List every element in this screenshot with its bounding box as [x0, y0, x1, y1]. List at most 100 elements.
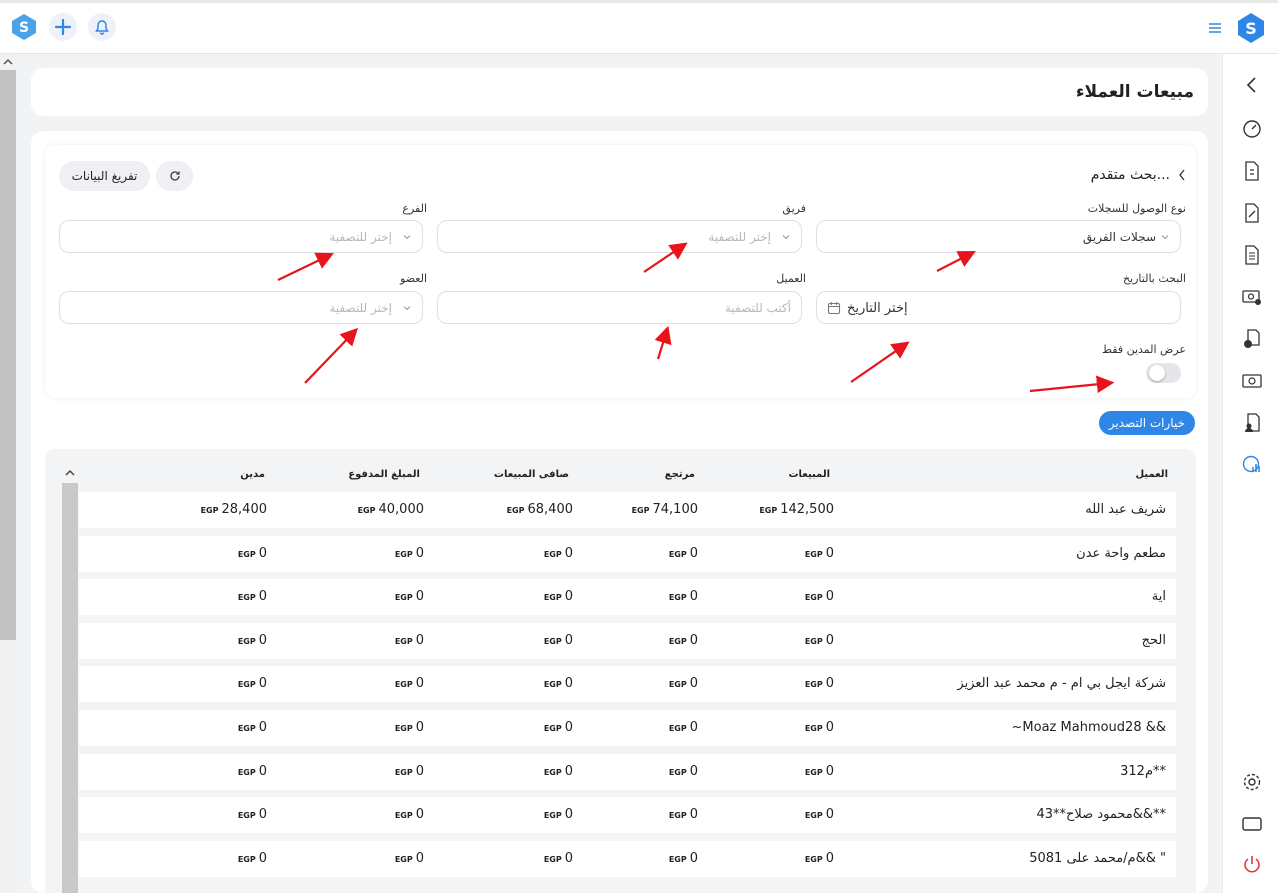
returns-cell: EGP 0: [669, 807, 698, 822]
export-options-button[interactable]: خيارات التصدير: [1098, 411, 1195, 435]
currency-label: EGP: [237, 767, 256, 777]
amount-value: 142,500: [780, 502, 834, 517]
power-logout-icon[interactable]: [1241, 853, 1263, 875]
report-document-icon[interactable]: [1241, 244, 1263, 266]
table-row[interactable]: م312** EGP 0 EGP 0 EGP 0 EGP 0 EGP 0: [79, 753, 1176, 790]
currency-label: EGP: [394, 811, 413, 821]
amount-value: 0: [258, 589, 267, 605]
member-select[interactable]: إختر للتصفية: [59, 291, 423, 324]
table-scroll-up-icon[interactable]: [65, 469, 75, 477]
col-returns-header[interactable]: مرتجع: [665, 469, 695, 480]
cash-add-icon[interactable]: [1241, 286, 1263, 308]
debtor-cell: EGP 0: [238, 764, 267, 779]
team-placeholder: إختر للتصفية: [708, 230, 771, 244]
currency-label: EGP: [506, 506, 525, 515]
branch-select[interactable]: إختر للتصفية: [59, 220, 423, 253]
returns-cell: EGP 0: [669, 851, 698, 866]
currency-label: EGP: [631, 506, 650, 515]
refresh-button[interactable]: [156, 161, 193, 191]
amount-value: 0: [825, 632, 834, 648]
customer-name-cell: م312**: [1120, 763, 1166, 779]
col-sales-header[interactable]: المبيعات: [789, 469, 831, 480]
branch-label: الفرع: [402, 202, 427, 215]
returns-cell: EGP 0: [669, 633, 698, 648]
page-scrollbar[interactable]: [0, 54, 16, 893]
money-icon[interactable]: [1241, 370, 1263, 392]
customer-document-icon[interactable]: [1241, 412, 1263, 434]
invoice-icon[interactable]: [1241, 160, 1263, 182]
col-debtor-header[interactable]: مدين: [240, 469, 265, 480]
col-net-sales-header[interactable]: صافى المبيعات: [494, 469, 569, 480]
col-customer-header[interactable]: العميل: [1135, 469, 1168, 480]
amount-value: 0: [564, 545, 573, 561]
table-row[interactable]: شريف عبد الله EGP 142,500 EGP 74,100 EGP 68,40…: [79, 492, 1176, 528]
bell-icon: [95, 20, 109, 35]
customer-filter-input[interactable]: أكتب للتصفية: [437, 291, 802, 324]
debtor-cell: EGP 0: [238, 676, 267, 691]
date-placeholder: إختر التاريخ: [847, 301, 908, 316]
amount-value: 0: [415, 676, 424, 692]
edit-document-icon[interactable]: [1241, 202, 1263, 224]
sales-table: العميل المبيعات مرتجع صافى المبيعات المب…: [45, 449, 1196, 893]
table-row[interactable]: الحج EGP 0 EGP 0 EGP 0 EGP 0 EGP 0: [79, 622, 1176, 659]
scroll-up-icon[interactable]: [3, 58, 13, 66]
advanced-search-toggle[interactable]: بحث متقدم...: [1091, 167, 1186, 183]
net-sales-cell: EGP 0: [544, 546, 573, 561]
currency-label: EGP: [543, 724, 562, 733]
table-scrollbar[interactable]: [62, 483, 78, 893]
customer-placeholder: أكتب للتصفية: [724, 301, 791, 315]
menu-icon[interactable]: [1208, 22, 1222, 37]
add-button[interactable]: [49, 13, 77, 41]
sales-cell: EGP 0: [805, 633, 834, 648]
currency-label: EGP: [237, 680, 256, 690]
amount-value: 0: [689, 720, 698, 735]
paid-cell: EGP 0: [395, 764, 424, 779]
amount-value: 0: [564, 720, 573, 735]
table-row[interactable]: مطعم واحة عدن EGP 0 EGP 0 EGP 0 EGP 0 EGP 0: [79, 535, 1176, 572]
dashboard-gauge-icon[interactable]: [1241, 118, 1263, 140]
amount-value: 0: [689, 545, 698, 561]
currency-label: EGP: [237, 811, 256, 821]
currency-label: EGP: [394, 854, 413, 864]
currency-label: EGP: [394, 724, 413, 733]
currency-label: EGP: [804, 854, 823, 864]
display-window-icon[interactable]: [1241, 813, 1263, 835]
table-row[interactable]: اية EGP 0 EGP 0 EGP 0 EGP 0 EGP 0: [79, 579, 1176, 616]
amount-value: 0: [825, 589, 834, 605]
table-row[interactable]: شركة ايجل بي ام - م محمد عبد العزيز EGP 0 E…: [79, 666, 1176, 703]
currency-label: EGP: [668, 680, 687, 690]
returns-cell: EGP 0: [669, 589, 698, 604]
customer-name-cell: محمود صلاح**43&&**: [1036, 807, 1166, 823]
paid-cell: EGP 0: [395, 633, 424, 648]
debtors-only-toggle[interactable]: [1146, 363, 1181, 383]
net-sales-cell: EGP 0: [544, 807, 573, 822]
team-select[interactable]: إختر للتصفية: [437, 220, 802, 253]
access-type-select[interactable]: سجلات الفريق: [816, 220, 1181, 253]
currency-label: EGP: [804, 811, 823, 821]
net-sales-cell: EGP 0: [544, 633, 573, 648]
customer-name-cell: ~Moaz Mahmoud28 &&: [1011, 720, 1166, 735]
sales-report-icon[interactable]: [1241, 454, 1263, 476]
returns-cell: EGP 0: [669, 546, 698, 561]
clear-data-button[interactable]: تفريغ البيانات: [59, 161, 150, 191]
app-logo-icon[interactable]: S: [10, 13, 38, 41]
customer-name-cell: م/محمد على 5081&& ": [1029, 850, 1166, 866]
table-row[interactable]: ~Moaz Mahmoud28 && EGP 0 EGP 0 EGP 0 EGP 0 EGP 0: [79, 710, 1176, 746]
sales-cell: EGP 0: [805, 720, 834, 735]
net-sales-cell: EGP 0: [544, 676, 573, 691]
currency-label: EGP: [668, 767, 687, 777]
settings-gear-icon[interactable]: [1241, 771, 1263, 793]
col-paid-header[interactable]: المبلغ المدفوع: [348, 469, 420, 480]
paid-cell: EGP 40,000: [358, 502, 424, 517]
new-invoice-icon[interactable]: [1241, 328, 1263, 350]
notifications-button[interactable]: [88, 13, 116, 41]
customer-name-cell: الحج: [1141, 632, 1166, 648]
svg-text:S: S: [19, 20, 29, 36]
brand-logo-icon[interactable]: S: [1236, 12, 1266, 47]
table-row[interactable]: م/محمد على 5081&& " EGP 0 EGP 0 EGP 0 EGP 0 EGP 0: [79, 840, 1176, 877]
scrollbar-thumb[interactable]: [0, 70, 16, 640]
date-picker[interactable]: إختر التاريخ: [816, 291, 1181, 324]
collapse-sidebar-icon[interactable]: [1241, 74, 1263, 96]
amount-value: 0: [689, 850, 698, 866]
table-row[interactable]: محمود صلاح**43&&** EGP 0 EGP 0 EGP 0 EGP 0 EGP 0: [79, 797, 1176, 834]
